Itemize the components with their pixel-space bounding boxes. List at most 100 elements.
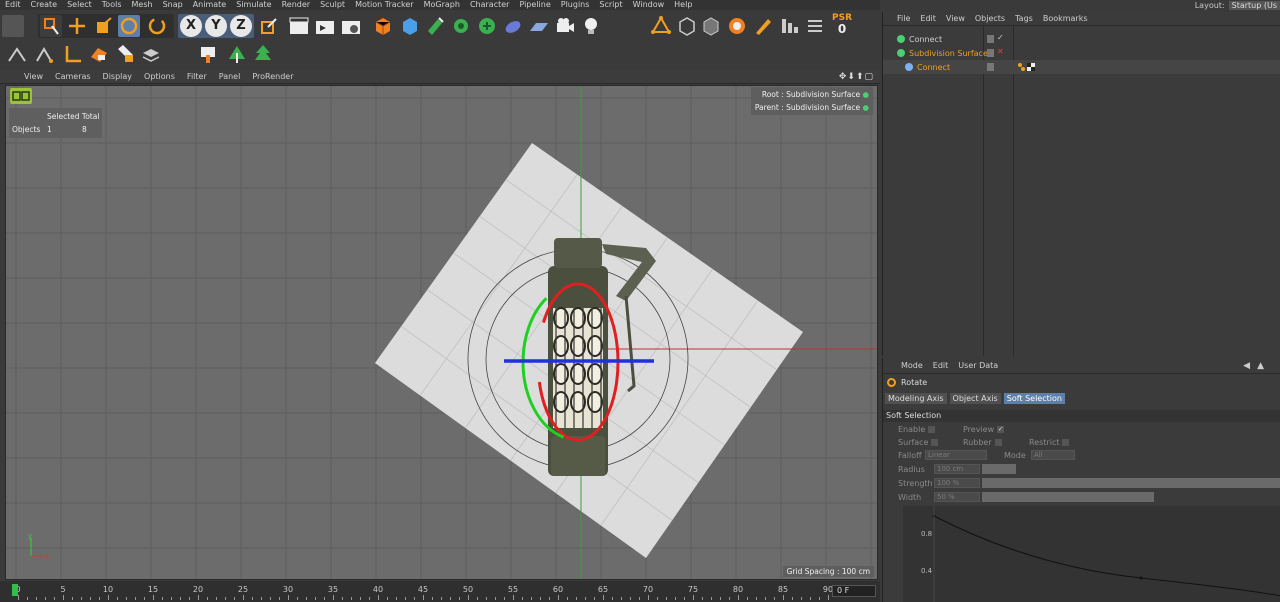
menu-window[interactable]: Window	[628, 0, 670, 10]
menu-plugins[interactable]: Plugins	[556, 0, 595, 10]
scale-icon[interactable]	[92, 15, 114, 37]
layout-value[interactable]: Startup (Us	[1228, 0, 1280, 10]
paint-icon[interactable]	[198, 43, 220, 65]
z-axis-lock[interactable]: Z	[230, 15, 252, 37]
timeline-playhead[interactable]	[12, 584, 18, 596]
object-row[interactable]: Connect ✓	[883, 32, 1280, 46]
object-name[interactable]: Subdivision Surface	[909, 49, 988, 58]
layer-icon[interactable]	[140, 43, 162, 65]
uv-mode-icon[interactable]	[752, 15, 774, 37]
preview-checkbox[interactable]: ✓	[997, 426, 1005, 433]
deformer-icon[interactable]	[476, 15, 498, 37]
coordinate-system-icon[interactable]	[258, 15, 280, 37]
menu-tools[interactable]: Tools	[97, 0, 127, 10]
visibility-toggle[interactable]	[987, 35, 994, 43]
timeline-ruler[interactable]: 0 5 10 15 20 25 30 35 40 45 50 55 60 65 70 75 80 85 90 0 F	[0, 581, 880, 602]
viewport-navigation-icons[interactable]: ✥⬇⬆▢	[839, 72, 874, 82]
object-menu-objects[interactable]: Objects	[970, 12, 1010, 26]
viewport-menu-display[interactable]: Display	[97, 70, 139, 84]
viewport-menu-view[interactable]: View	[0, 70, 49, 84]
object-menu-tags[interactable]: Tags	[1010, 12, 1038, 26]
tab-soft-selection[interactable]: Soft Selection	[1003, 393, 1065, 404]
enabled-check-icon[interactable]: ✓	[997, 33, 1004, 42]
subdivision-surface-icon[interactable]	[424, 15, 446, 37]
render-view-icon[interactable]	[288, 15, 310, 37]
tag-icons[interactable]	[1017, 62, 1035, 72]
menu-sculpt[interactable]: Sculpt	[315, 0, 350, 10]
surface-option[interactable]: Surface	[898, 438, 939, 447]
restrict-option[interactable]: Restrict	[1029, 438, 1070, 447]
extrude-icon[interactable]	[62, 43, 84, 65]
perspective-viewport[interactable]: yx Selected Total Objects 1 8 Root : Sub…	[5, 85, 878, 580]
cube-icon[interactable]	[372, 15, 394, 37]
menu-animate[interactable]: Animate	[188, 0, 232, 10]
falloff-curve[interactable]	[911, 506, 1280, 602]
object-name[interactable]: Connect	[917, 63, 950, 72]
layout-selector[interactable]: Layout: Startup (Us	[1195, 0, 1280, 10]
radius-slider[interactable]	[982, 464, 1016, 474]
menu-snap[interactable]: Snap	[158, 0, 188, 10]
floor-icon[interactable]	[528, 15, 550, 37]
menu-edit[interactable]: Edit	[0, 0, 26, 10]
magnet-icon[interactable]	[114, 43, 136, 65]
preview-option[interactable]: Preview ✓	[963, 425, 1005, 434]
back-arrow-icon[interactable]: ◀	[1243, 361, 1250, 371]
menu-simulate[interactable]: Simulate	[231, 0, 276, 10]
menu-script[interactable]: Script	[594, 0, 627, 10]
visibility-toggle[interactable]	[987, 63, 994, 71]
spline-pen-icon[interactable]	[398, 15, 420, 37]
bridge-icon[interactable]	[34, 43, 56, 65]
polygons-mode-icon[interactable]	[700, 15, 722, 37]
visibility-toggle[interactable]	[987, 49, 994, 57]
disabled-icon[interactable]: ✕	[997, 47, 1004, 56]
enable-option[interactable]: Enable	[898, 425, 936, 434]
rubber-option[interactable]: Rubber	[963, 438, 1002, 447]
rubber-checkbox[interactable]	[994, 439, 1002, 446]
menu-select[interactable]: Select	[62, 0, 97, 10]
model-mode-icon[interactable]	[726, 15, 748, 37]
strength-field[interactable]: 100 %	[934, 478, 980, 488]
enable-checkbox[interactable]	[928, 426, 936, 433]
live-selection-icon[interactable]	[40, 15, 62, 37]
tree-icon[interactable]	[252, 43, 274, 65]
viewport-menu-panel[interactable]: Panel	[213, 70, 247, 84]
points-mode-icon[interactable]	[650, 15, 672, 37]
viewport-menu-prorender[interactable]: ProRender	[246, 70, 299, 84]
menu-motion-tracker[interactable]: Motion Tracker	[350, 0, 419, 10]
surface-checkbox[interactable]	[931, 439, 939, 446]
move-icon[interactable]	[66, 15, 88, 37]
menu-create[interactable]: Create	[26, 0, 63, 10]
object-menu-view[interactable]: View	[941, 12, 970, 26]
menu-mograph[interactable]: MoGraph	[419, 0, 465, 10]
object-menu-file[interactable]: File	[883, 12, 915, 26]
attribute-menu-user-data[interactable]: User Data	[953, 361, 1003, 370]
rotate-icon[interactable]	[118, 15, 140, 37]
viewport-menu-filter[interactable]: Filter	[181, 70, 213, 84]
camera-view-icon[interactable]	[10, 88, 32, 104]
menu-pipeline[interactable]: Pipeline	[514, 0, 555, 10]
up-arrow-icon[interactable]: ▲	[1257, 361, 1264, 371]
y-axis-lock[interactable]: Y	[205, 15, 227, 37]
tab-object-axis[interactable]: Object Axis	[949, 393, 1001, 404]
object-menu-bookmarks[interactable]: Bookmarks	[1038, 12, 1093, 26]
object-menu-edit[interactable]: Edit	[915, 12, 941, 26]
mode-dropdown[interactable]: All	[1031, 450, 1075, 460]
undo-icon[interactable]	[2, 15, 24, 37]
attribute-menu-mode[interactable]: Mode	[883, 361, 928, 370]
viewport-menu-options[interactable]: Options	[138, 70, 181, 84]
knife-icon[interactable]	[6, 43, 28, 65]
workplane-icon[interactable]	[804, 15, 826, 37]
menu-help[interactable]: Help	[669, 0, 697, 10]
object-name[interactable]: Connect	[909, 35, 942, 44]
x-axis-lock[interactable]: X	[180, 15, 202, 37]
strength-slider[interactable]	[982, 478, 1280, 488]
camera-icon[interactable]	[554, 15, 576, 37]
tab-modeling-axis[interactable]: Modeling Axis	[885, 393, 947, 404]
attribute-menu-edit[interactable]: Edit	[928, 361, 954, 370]
viewport-menu-cameras[interactable]: Cameras	[49, 70, 97, 84]
restrict-checkbox[interactable]	[1062, 439, 1070, 446]
falloff-dropdown[interactable]: Linear	[925, 450, 987, 460]
snapping-icon[interactable]	[778, 15, 800, 37]
menu-render[interactable]: Render	[277, 0, 315, 10]
sculpt-icon[interactable]	[226, 43, 248, 65]
